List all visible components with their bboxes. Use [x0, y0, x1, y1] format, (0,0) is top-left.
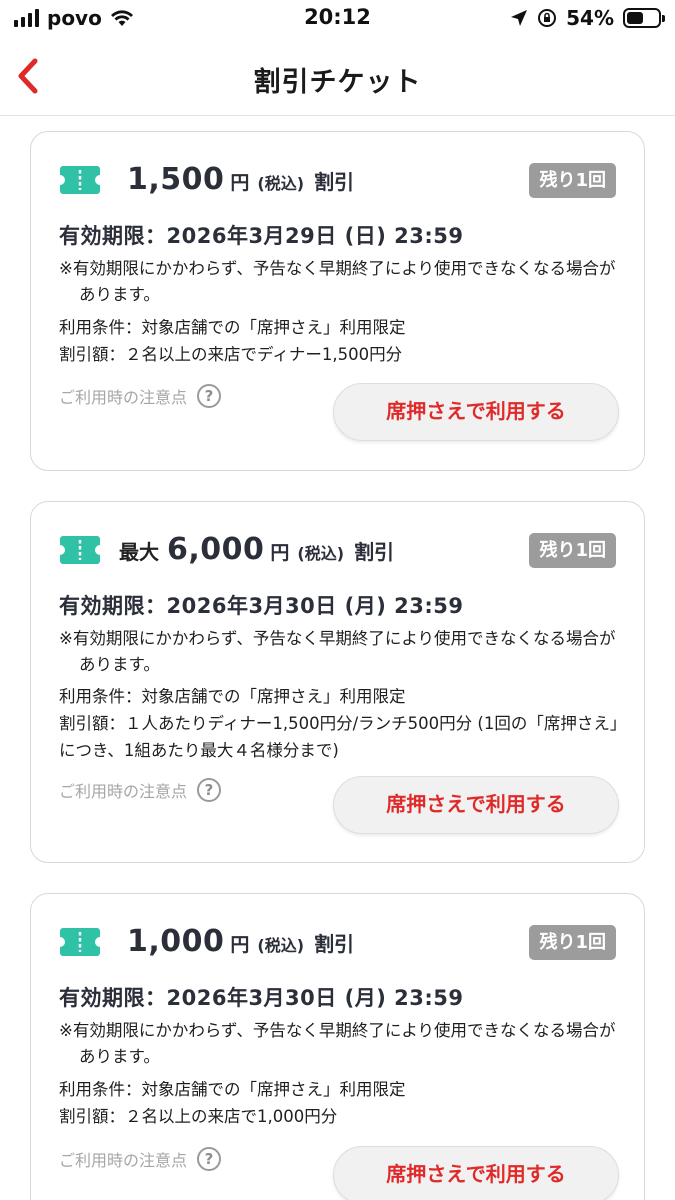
- ticket-card: 最大 6,000 円 (税込) 割引 残り1回 有効期限：2026年3月30日 …: [30, 501, 645, 863]
- reserve-seat-button[interactable]: 席押さえで利用する: [333, 1146, 619, 1200]
- usage-caution-link[interactable]: ご利用時の注意点 ?: [59, 384, 222, 408]
- discount-label: 割引: [354, 540, 395, 564]
- battery-percent: 54%: [566, 6, 614, 30]
- status-bar: povo 20:12 54%: [0, 0, 675, 40]
- ticket-icon: [60, 165, 100, 194]
- early-termination-note: ※有効期限にかかわらず、予告なく早期終了により使用できなくなる場合があります。: [59, 259, 616, 304]
- discount-detail: 割引額：２名以上の来店で1,000円分: [59, 1107, 338, 1126]
- usage-caution-link[interactable]: ご利用時の注意点 ?: [59, 1147, 222, 1171]
- usage-caution-link[interactable]: ご利用時の注意点 ?: [59, 778, 222, 802]
- help-icon: ?: [197, 778, 222, 802]
- location-arrow-icon: [511, 10, 528, 26]
- usage-condition: 利用条件：対象店舗での「席押さえ」利用限定: [59, 318, 406, 337]
- discount-amount: 6,000: [167, 532, 265, 567]
- ticket-heading: 最大 6,000 円 (税込) 割引: [59, 532, 394, 567]
- status-right: 54%: [510, 6, 665, 30]
- amount-prefix: 最大: [119, 540, 159, 564]
- ticket-icon: [60, 535, 100, 564]
- ticket-heading: 1,000 円 (税込) 割引: [59, 924, 354, 959]
- early-termination-note: ※有効期限にかかわらず、予告なく早期終了により使用できなくなる場合があります。: [59, 1021, 616, 1066]
- page-title: 割引チケット: [253, 67, 422, 98]
- caution-label: ご利用時の注意点: [59, 1151, 188, 1170]
- tax-label: (税込): [257, 174, 305, 193]
- ticket-card: 1,500 円 (税込) 割引 残り1回 有効期限：2026年3月29日 (日)…: [30, 131, 645, 471]
- remaining-uses-badge: 残り1回: [529, 925, 616, 960]
- discount-detail: 割引額：２名以上の来店でディナー1,500円分: [59, 345, 403, 364]
- early-termination-note: ※有効期限にかかわらず、予告なく早期終了により使用できなくなる場合があります。: [59, 629, 616, 674]
- help-icon: ?: [197, 1147, 222, 1171]
- expiry-date: 有効期限：2026年3月30日 (月) 23:59: [59, 986, 464, 1010]
- ticket-icon: [60, 927, 100, 956]
- expiry-date: 有効期限：2026年3月29日 (日) 23:59: [59, 224, 464, 248]
- discount-label: 割引: [314, 170, 355, 194]
- remaining-uses-badge: 残り1回: [529, 533, 616, 568]
- remaining-uses-badge: 残り1回: [529, 163, 616, 198]
- caution-label: ご利用時の注意点: [59, 782, 188, 801]
- discount-amount: 1,500: [127, 162, 225, 197]
- expiry-date: 有効期限：2026年3月30日 (月) 23:59: [59, 594, 464, 618]
- nav-header: 割引チケット: [0, 40, 675, 116]
- currency-unit: 円: [230, 172, 250, 194]
- discount-label: 割引: [314, 932, 355, 956]
- currency-unit: 円: [230, 934, 250, 956]
- usage-condition: 利用条件：対象店舗での「席押さえ」利用限定: [59, 687, 406, 706]
- discount-detail: 割引額：１人あたりディナー1,500円分/ランチ500円分 (1回の「席押さえ」…: [59, 714, 619, 760]
- reserve-seat-button[interactable]: 席押さえで利用する: [333, 383, 619, 441]
- help-icon: ?: [197, 384, 222, 408]
- ticket-card: 1,000 円 (税込) 割引 残り1回 有効期限：2026年3月30日 (月)…: [30, 893, 645, 1200]
- caution-label: ご利用時の注意点: [59, 388, 188, 407]
- tax-label: (税込): [257, 936, 305, 955]
- usage-condition: 利用条件：対象店舗での「席押さえ」利用限定: [59, 1080, 406, 1099]
- battery-icon: [623, 8, 665, 28]
- reserve-seat-button[interactable]: 席押さえで利用する: [333, 776, 619, 834]
- currency-unit: 円: [270, 542, 290, 564]
- rotation-lock-icon: [538, 9, 557, 27]
- discount-amount: 1,000: [127, 924, 225, 959]
- ticket-heading: 1,500 円 (税込) 割引: [59, 162, 354, 197]
- tax-label: (税込): [297, 544, 345, 563]
- app-screen: povo 20:12 54% 割引チケット 1,500 円 (税込) 割引 残り…: [0, 0, 675, 1200]
